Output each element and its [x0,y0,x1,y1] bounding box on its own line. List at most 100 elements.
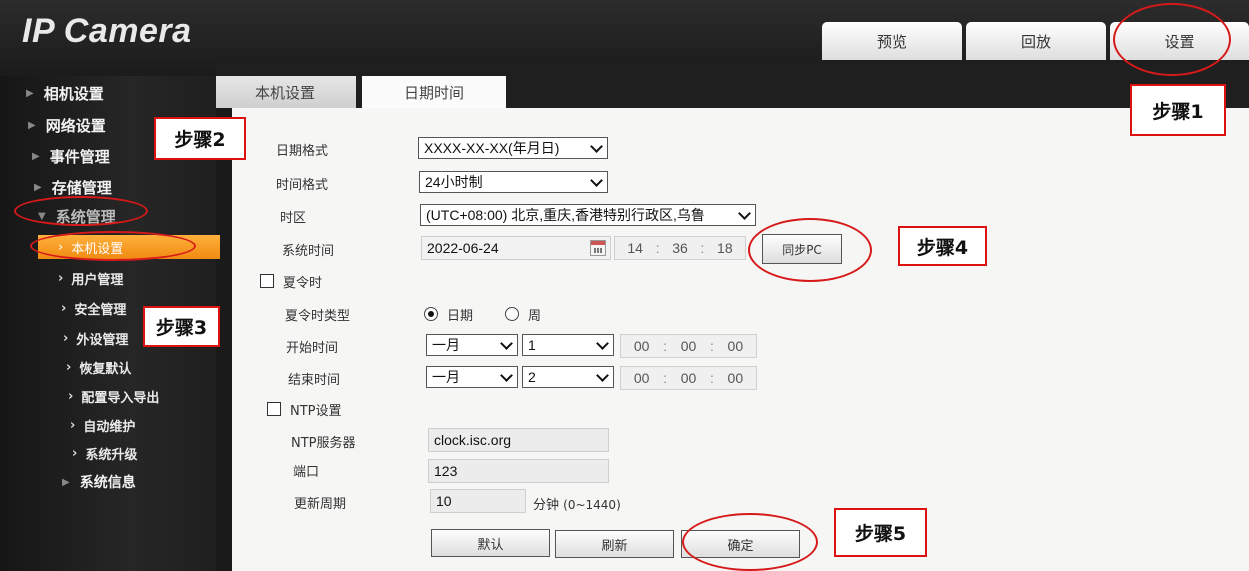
end-day-value: 2 [528,369,536,385]
ntp-server-input[interactable]: clock.isc.org [428,428,609,452]
default-button[interactable]: 默认 [431,529,550,557]
sidebar-item-storage[interactable]: ▶ 存储管理 [34,177,112,198]
sidebar-item-label: 配置导入导出 [81,391,160,406]
dst-label: 夏令时 [283,276,323,291]
hour-value: 00 [633,338,650,354]
tab-date-time[interactable]: 日期时间 [362,76,506,108]
sync-pc-button[interactable]: 同步PC [762,234,842,264]
minute-value: 00 [680,338,697,354]
sidebar-item-label: 系统管理 [55,208,116,226]
update-period-value: 10 [436,493,452,509]
sidebar-item-system-upgrade[interactable]: › 系统升级 [72,444,137,463]
dst-type-week-label: 周 [528,309,542,324]
sidebar-item-event[interactable]: ▶ 事件管理 [32,146,110,167]
sidebar-item-system[interactable]: ▼ 系统管理 [38,206,116,227]
chevron-down-icon [500,369,513,382]
start-month-value: 一月 [432,337,460,353]
sidebar-item-peripheral[interactable]: › 外设管理 [63,329,128,348]
ok-button[interactable]: 确定 [681,530,800,558]
time-separator: : [663,338,667,354]
hour-value: 14 [627,240,643,256]
tab-preview[interactable]: 预览 [822,22,962,60]
dst-type-label: 夏令时类型 [285,309,351,324]
step3-annotation: 步骤3 [143,306,220,347]
tab-settings[interactable]: 设置 [1110,22,1249,60]
sidebar-item-security[interactable]: › 安全管理 [61,299,126,318]
end-time-label: 结束时间 [288,373,341,388]
timezone-value: (UTC+08:00) 北京,重庆,香港特别行政区,乌鲁 [426,207,705,223]
chevron-right-icon: › [66,360,72,375]
date-format-label: 日期格式 [276,144,329,159]
range-text: (0~1440) [563,498,621,512]
sidebar-item-label: 用户管理 [71,273,124,288]
start-time-field[interactable]: 00 : 00 : 00 [620,334,757,358]
sidebar-item-auto-maintenance[interactable]: › 自动维护 [70,416,135,435]
sidebar-item-user-mgmt[interactable]: › 用户管理 [58,269,123,288]
sidebar-item-label: 本机设置 [71,241,124,257]
timezone-select[interactable]: (UTC+08:00) 北京,重庆,香港特别行政区,乌鲁 [420,204,756,226]
chevron-right-icon: › [68,389,74,404]
time-format-select[interactable]: 24小时制 [419,171,608,193]
start-time-label: 开始时间 [286,341,339,356]
sidebar-item-label: 安全管理 [74,303,127,318]
date-format-select[interactable]: XXXX-XX-XX(年月日) [418,137,608,159]
ntp-checkbox[interactable] [267,402,281,416]
arrow-right-icon: ▶ [34,182,42,193]
start-month-select[interactable]: 一月 [426,334,518,356]
tab-local-settings[interactable]: 本机设置 [214,76,356,108]
sidebar-item-local-settings[interactable]: › 本机设置 [38,235,220,259]
time-separator: : [700,240,705,256]
arrow-right-icon: ▶ [26,88,34,99]
system-time-label: 系统时间 [282,244,335,259]
chevron-right-icon: › [72,446,78,461]
end-day-select[interactable]: 2 [522,366,614,388]
end-time-field[interactable]: 00 : 00 : 00 [620,366,757,390]
chevron-right-icon: › [70,418,76,433]
sidebar-item-network[interactable]: ▶ 网络设置 [28,115,106,136]
start-day-value: 1 [528,337,536,353]
app-logo: IP Camera [22,12,192,50]
sidebar-item-label: 存储管理 [51,179,112,197]
tab-playback[interactable]: 回放 [966,22,1106,60]
update-period-unit: 分钟 (0~1440) [533,494,621,513]
port-value: 123 [434,463,458,479]
chevron-right-icon: › [58,239,64,255]
time-separator: : [709,370,714,386]
chevron-right-icon: › [58,271,64,286]
sidebar-item-label: 网络设置 [45,117,106,135]
update-period-input[interactable]: 10 [430,489,526,513]
ntp-server-value: clock.isc.org [434,432,512,448]
dst-type-week-radio[interactable] [505,307,519,321]
dst-type-date-radio[interactable] [424,307,438,321]
sidebar-item-system-info[interactable]: ▶ 系统信息 [62,472,136,492]
chevron-down-icon [738,207,751,220]
system-date-field[interactable]: 2022-06-24 [421,236,611,260]
refresh-button[interactable]: 刷新 [555,530,674,558]
sidebar-item-restore-default[interactable]: › 恢复默认 [66,358,131,377]
calendar-icon[interactable] [590,240,606,256]
sidebar-item-label: 事件管理 [49,148,110,166]
chevron-down-icon [500,337,513,350]
port-input[interactable]: 123 [428,459,609,483]
end-month-select[interactable]: 一月 [426,366,518,388]
step2-annotation: 步骤2 [154,117,246,160]
ntp-server-label: NTP服务器 [291,436,356,451]
dst-checkbox[interactable] [260,274,274,288]
time-format-label: 时间格式 [276,178,329,193]
update-period-label: 更新周期 [294,497,347,512]
sidebar-item-config-import-export[interactable]: › 配置导入导出 [68,387,159,406]
system-time-field[interactable]: 14 : 36 : 18 [614,236,746,260]
sidebar-item-label: 相机设置 [43,85,104,103]
sidebar-item-label: 系统升级 [85,448,138,463]
second-value: 00 [727,338,744,354]
time-separator: : [663,370,667,386]
chevron-down-icon [596,337,609,350]
sidebar-item-label: 外设管理 [76,333,129,348]
chevron-down-icon [590,174,603,187]
sidebar-item-label: 恢复默认 [79,362,132,377]
timezone-label: 时区 [280,211,307,226]
start-day-select[interactable]: 1 [522,334,614,356]
system-date-value: 2022-06-24 [427,240,499,256]
dst-type-date-label: 日期 [447,309,474,324]
sidebar-item-camera[interactable]: ▶ 相机设置 [26,83,104,104]
